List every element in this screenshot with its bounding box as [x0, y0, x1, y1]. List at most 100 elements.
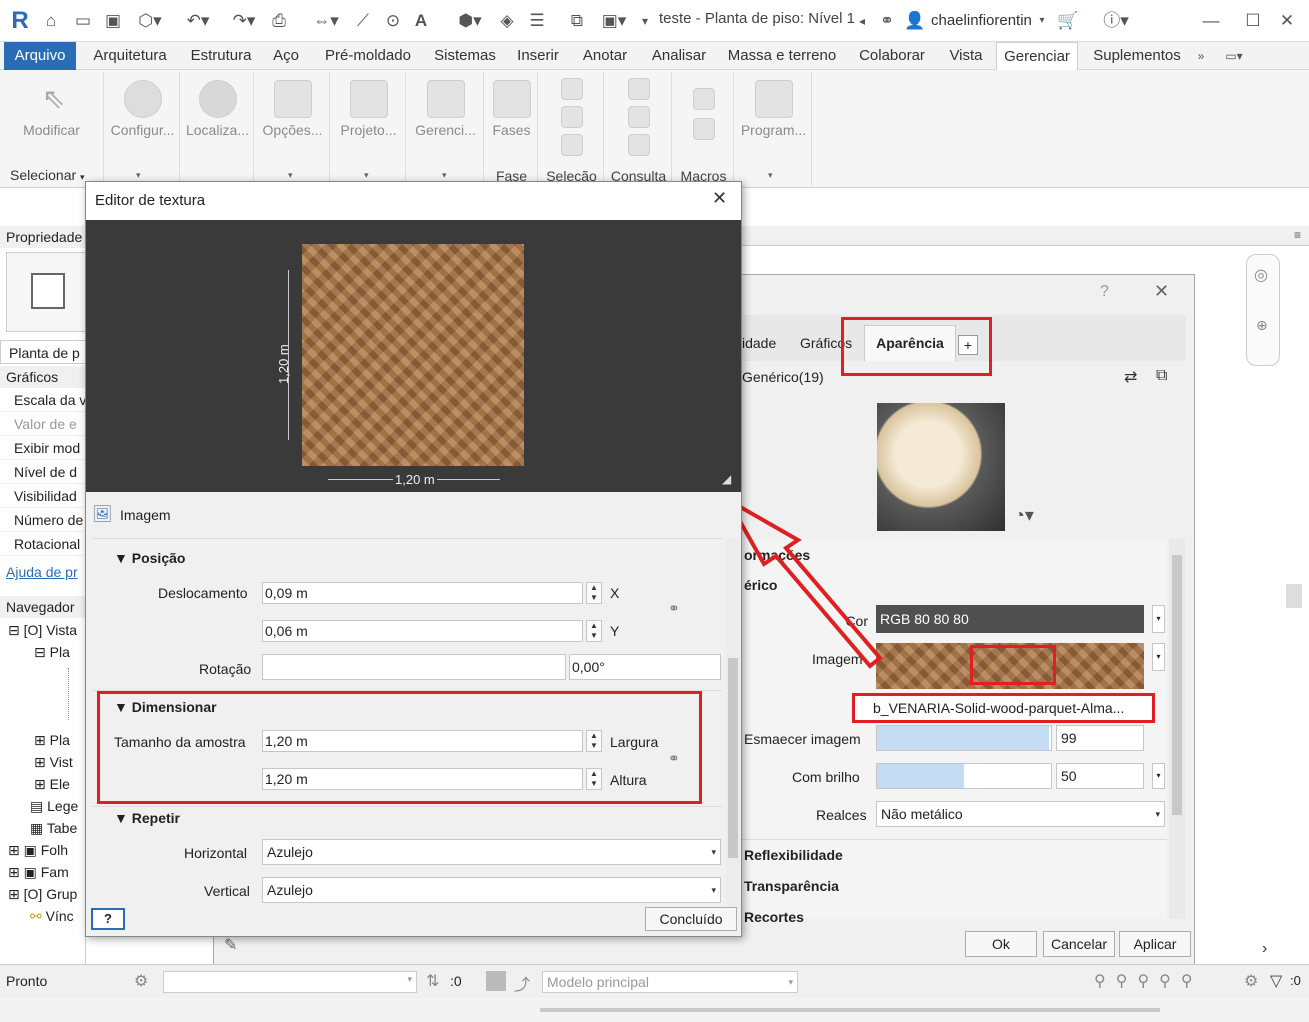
thin-lines-icon[interactable]: ☰ [526, 10, 548, 32]
program-button[interactable]: Program... [736, 122, 811, 138]
location-button[interactable]: Localiza... [182, 122, 253, 138]
highlights-select[interactable]: Não metálico ▾ [876, 801, 1165, 827]
measure-icon[interactable]: ⇔▾ [306, 10, 346, 32]
selection-filters-icon[interactable]: ⚲⚲⚲⚲⚲ [1094, 971, 1203, 991]
redo-icon[interactable]: ↷▾ [224, 10, 264, 32]
section-icon[interactable]: ◈ [496, 10, 518, 32]
selection-save-icon[interactable] [560, 78, 583, 100]
canvas-scrollbar[interactable] [1286, 584, 1302, 608]
prop-row[interactable]: Número de [0, 508, 86, 532]
3d-view-icon[interactable]: ⬢▾ [450, 10, 490, 32]
tab-gerenciar[interactable]: Gerenciar [996, 42, 1078, 70]
canvas-scroll-right-icon[interactable]: › [1262, 940, 1267, 958]
gloss-slider[interactable] [876, 763, 1052, 789]
offset-link-icon[interactable]: ⚭ [668, 600, 680, 617]
tree-item[interactable]: ▦ Tabe [30, 820, 77, 837]
horizontal-repeat-select[interactable]: Azulejo ▾ [262, 839, 721, 865]
undo-icon[interactable]: ↶▾ [178, 10, 218, 32]
home-icon[interactable]: ⌂ [40, 10, 62, 32]
material-help-icon[interactable]: ? [1100, 283, 1109, 301]
options-button[interactable]: Opções... [256, 122, 329, 138]
instance-selector[interactable]: Planta de p [0, 340, 86, 364]
tab-identity[interactable]: idade [742, 335, 776, 351]
rotation-input[interactable]: 0,00° [569, 654, 721, 680]
print-icon[interactable]: ⎙ [268, 10, 290, 32]
tab-suplementos[interactable]: Suplementos [1084, 42, 1190, 70]
sync-status-icon[interactable]: ⇅ [426, 971, 439, 991]
prop-row[interactable]: Nível de d [0, 460, 86, 484]
tree-item[interactable]: ⊟ Pla [34, 644, 70, 661]
prop-row[interactable]: Visibilidad [0, 484, 86, 508]
settings-button[interactable]: Configur... [106, 122, 179, 138]
resize-grip-icon[interactable]: ◢ [722, 472, 731, 486]
prop-row[interactable]: Valor de e [0, 412, 86, 436]
texture-scroll-thumb[interactable] [728, 658, 738, 858]
modify-button[interactable]: Modificar [0, 122, 103, 138]
horizontal-scrollbar[interactable] [540, 1008, 1160, 1012]
position-header[interactable]: ▼ Posição [114, 550, 185, 566]
settings-gear-icon[interactable]: ⚙ [1244, 971, 1258, 991]
warnings-icon[interactable] [627, 134, 650, 156]
project-button[interactable]: Projeto... [332, 122, 405, 138]
repeat-header[interactable]: ▼ Repetir [114, 810, 180, 826]
tab-arquitetura[interactable]: Arquitetura [84, 42, 176, 70]
select-by-id-icon[interactable] [627, 106, 650, 128]
switch-windows-icon[interactable]: ▣▾ [594, 10, 634, 32]
user-name[interactable]: chaelinfiorentin [931, 12, 1032, 29]
texture-close-icon[interactable]: ✕ [712, 188, 727, 209]
editable-only-icon[interactable] [486, 971, 506, 991]
offset-x-input[interactable]: 0,09 m [262, 582, 583, 604]
tree-item[interactable]: ⊞ Ele [34, 776, 70, 793]
revit-logo[interactable]: R [8, 9, 32, 33]
material-close-icon[interactable]: ✕ [1154, 281, 1169, 302]
selection-load-icon[interactable] [560, 106, 583, 128]
vertical-repeat-select[interactable]: Azulejo ▾ [262, 877, 721, 903]
tree-item[interactable]: ▤ Lege [30, 798, 78, 815]
graphics-group[interactable]: Gráficos [0, 366, 86, 388]
apply-button[interactable]: Aplicar [1119, 931, 1191, 957]
ribbon-options-icon[interactable]: ▭▾ [1216, 42, 1252, 70]
user-icon[interactable]: 👤 [904, 10, 926, 32]
appearance-scroll-thumb[interactable] [1172, 555, 1182, 815]
tree-item[interactable]: ⊞ [O] Grup [8, 886, 77, 903]
tab-analisar[interactable]: Analisar [644, 42, 714, 70]
workset-select[interactable]: ▾ [163, 971, 417, 993]
tab-estrutura[interactable]: Estrutura [184, 42, 258, 70]
offset-y-stepper[interactable]: ▲ ▼ [586, 620, 602, 642]
tree-item[interactable]: ⊞ ▣ Fam [8, 864, 69, 881]
texture-scrollbar[interactable] [726, 538, 740, 908]
cancel-button[interactable]: Cancelar [1043, 931, 1115, 957]
program-chevron-down-icon[interactable]: ▾ [768, 170, 773, 181]
color-chevron-down-icon[interactable]: ▾ [1152, 605, 1165, 633]
close-hidden-icon[interactable]: ⧉ [566, 10, 588, 32]
macro-manager-icon[interactable] [692, 88, 715, 110]
sync-icon[interactable]: ⬡▾ [132, 10, 168, 32]
settings-chevron-down-icon[interactable]: ▾ [136, 170, 141, 181]
tab-aco[interactable]: Aço [266, 42, 306, 70]
gloss-value[interactable]: 50 [1056, 763, 1144, 789]
tab-inserir[interactable]: Inserir [510, 42, 566, 70]
tab-colaborar[interactable]: Colaborar [850, 42, 934, 70]
section-reflectivity[interactable]: Reflexibilidade [744, 847, 843, 863]
help-icon[interactable]: ⓘ▾ [1096, 10, 1136, 32]
tab-arquivo[interactable]: Arquivo [4, 42, 76, 70]
section-cutouts[interactable]: Recortes [744, 909, 804, 925]
rotation-slider[interactable] [262, 654, 566, 680]
minimize-icon[interactable]: — [1200, 10, 1222, 32]
more-tabs-icon[interactable]: » [1192, 42, 1210, 70]
tree-item[interactable]: ⊞ Pla [34, 732, 70, 749]
image-file-name[interactable]: b_VENARIA-Solid-wood-parquet-Alma... [852, 693, 1155, 723]
zoom-icon[interactable]: ⊕ [1256, 317, 1268, 334]
project-chevron-down-icon[interactable]: ▾ [364, 170, 369, 181]
color-swatch[interactable]: RGB 80 80 80 [876, 605, 1144, 633]
tab-pre-moldado[interactable]: Pré-moldado [316, 42, 420, 70]
ok-button[interactable]: Ok [965, 931, 1037, 957]
appearance-scrollbar[interactable] [1169, 539, 1185, 919]
binoculars-icon[interactable]: ⚭ [874, 10, 900, 32]
properties-help-link[interactable]: Ajuda de pr [6, 564, 78, 580]
filter-icon[interactable]: ▽ [1270, 971, 1282, 991]
prop-row[interactable]: Rotacional [0, 532, 86, 556]
prop-row[interactable]: Escala da v [0, 388, 86, 412]
preview-options-icon[interactable]: ◔▾ [1014, 505, 1034, 526]
section-transparency[interactable]: Transparência [744, 878, 839, 894]
